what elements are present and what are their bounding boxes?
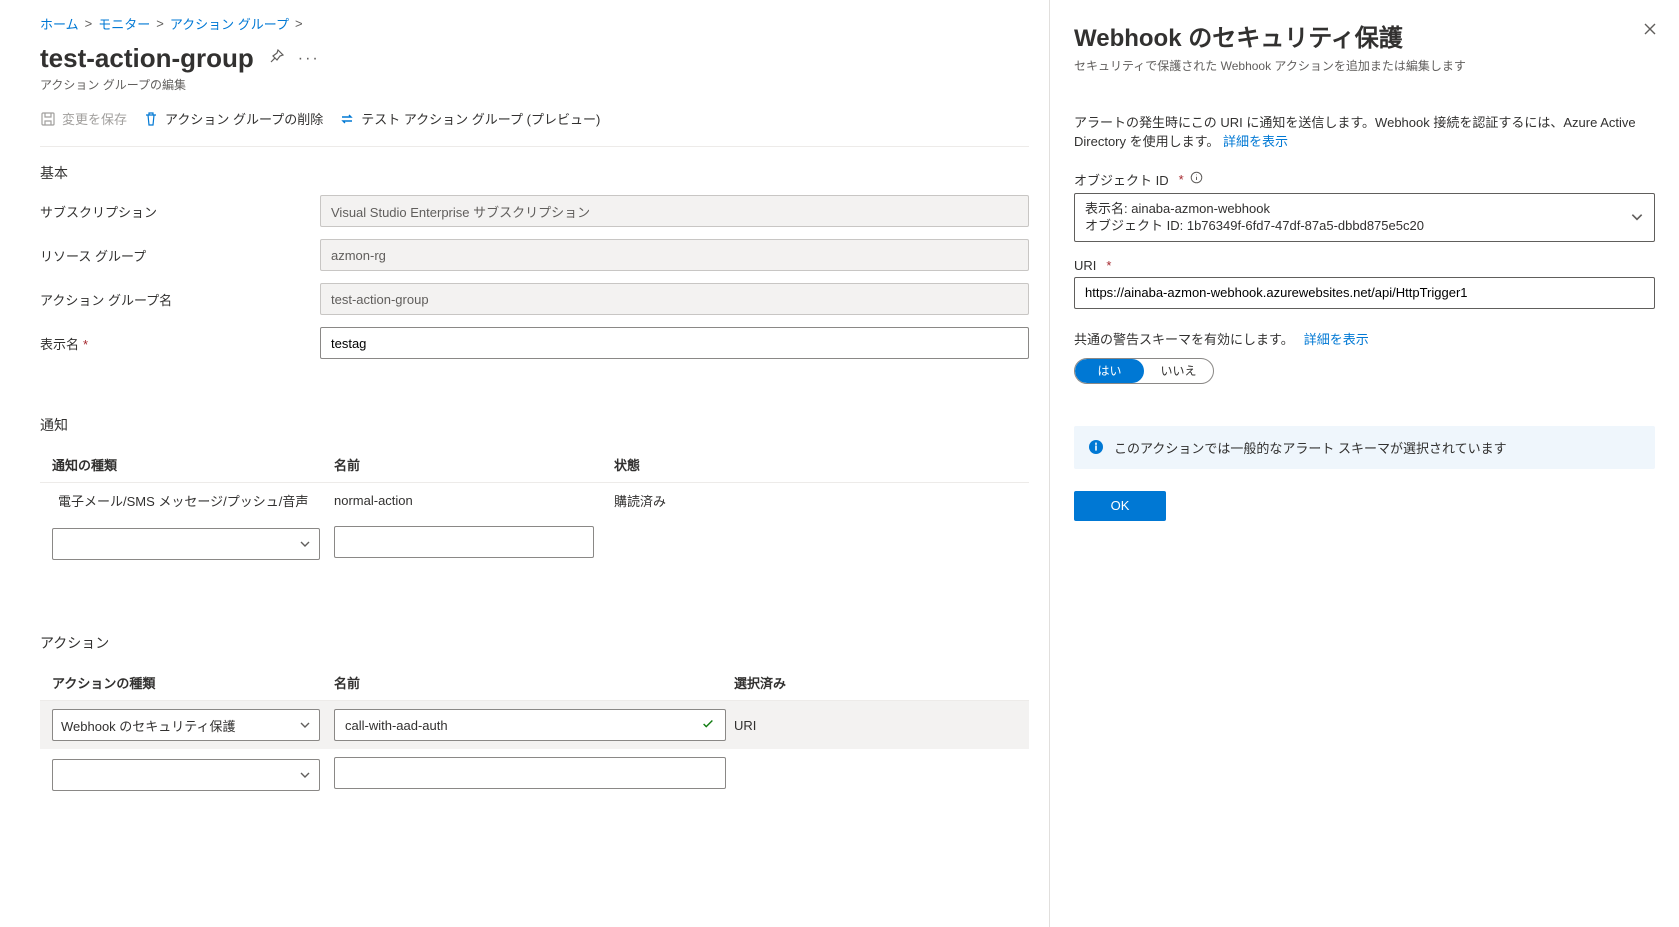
notification-state-value: 購読済み: [614, 491, 774, 510]
table-row-new: [40, 518, 1029, 569]
col-selected: 選択済み: [734, 673, 814, 692]
table-row-new: [40, 749, 1029, 800]
side-panel: Webhook のセキュリティ保護 セキュリティで保護された Webhook ア…: [1049, 0, 1679, 927]
uri-label: URI*: [1074, 258, 1655, 273]
subscription-row: サブスクリプション: [40, 195, 1029, 227]
close-button[interactable]: [1643, 22, 1657, 39]
info-icon: [1088, 439, 1104, 455]
breadcrumb-action-groups[interactable]: アクション グループ: [170, 14, 289, 33]
save-icon: [40, 111, 56, 127]
col-state: 状態: [614, 455, 774, 474]
breadcrumb: ホーム > モニター > アクション グループ >: [40, 14, 1029, 33]
main-content: ホーム > モニター > アクション グループ > test-action-gr…: [0, 0, 1049, 927]
action-group-name-field: [320, 283, 1029, 315]
action-group-name-row: アクション グループ名: [40, 283, 1029, 315]
action-type-select[interactable]: Webhook のセキュリティ保護: [52, 709, 320, 741]
action-type-value: Webhook のセキュリティ保護: [61, 716, 236, 735]
schema-row: 共通の警告スキーマを有効にします。 詳細を表示: [1074, 329, 1655, 348]
ok-button[interactable]: OK: [1074, 491, 1166, 521]
toggle-yes[interactable]: はい: [1075, 359, 1144, 383]
col-notification-type: 通知の種類: [44, 455, 334, 474]
breadcrumb-sep: >: [156, 16, 164, 31]
required-mark: *: [83, 337, 88, 352]
required-mark: *: [1106, 258, 1111, 273]
object-display-name: 表示名: ainaba-azmon-webhook: [1085, 200, 1424, 218]
test-button[interactable]: テスト アクション グループ (プレビュー): [339, 109, 600, 128]
object-id-label: オブジェクト ID*: [1074, 170, 1655, 189]
action-name-value: call-with-aad-auth: [345, 718, 448, 733]
resource-group-row: リソース グループ: [40, 239, 1029, 271]
breadcrumb-monitor[interactable]: モニター: [98, 14, 150, 33]
actions-table: アクションの種類 名前 選択済み Webhook のセキュリティ保護 call-…: [40, 665, 1029, 800]
col-name: 名前: [334, 455, 614, 474]
delete-label: アクション グループの削除: [165, 109, 323, 128]
action-name-input-new[interactable]: [334, 757, 726, 789]
display-name-label: 表示名*: [40, 334, 320, 353]
schema-toggle[interactable]: はい いいえ: [1074, 358, 1214, 384]
notifications-section-title: 通知: [40, 415, 1029, 435]
info-box: このアクションでは一般的なアラート スキーマが選択されています: [1074, 426, 1655, 469]
object-id-dropdown[interactable]: 表示名: ainaba-azmon-webhook オブジェクト ID: 1b7…: [1074, 193, 1655, 242]
resource-group-label: リソース グループ: [40, 246, 320, 265]
chevron-down-icon: [299, 769, 311, 781]
uri-input[interactable]: [1074, 277, 1655, 309]
col-action-type: アクションの種類: [44, 673, 334, 692]
panel-body: アラートの発生時にこの URI に通知を送信します。Webhook 接続を認証す…: [1074, 114, 1655, 521]
page-title-row: test-action-group ···: [40, 43, 1029, 74]
save-label: 変更を保存: [62, 109, 127, 128]
basic-section-title: 基本: [40, 163, 1029, 183]
test-label: テスト アクション グループ (プレビュー): [361, 109, 600, 128]
actions-section-title: アクション: [40, 633, 1029, 653]
notification-type-value: 電子メール/SMS メッセージ/プッシュ/音声: [44, 491, 334, 510]
breadcrumb-sep: >: [295, 16, 303, 31]
table-row: 電子メール/SMS メッセージ/プッシュ/音声 normal-action 購読…: [40, 483, 1029, 518]
learn-more-link[interactable]: 詳細を表示: [1223, 134, 1288, 149]
check-icon: [701, 717, 715, 734]
more-icon[interactable]: ···: [298, 50, 320, 68]
page-subtitle: アクション グループの編集: [40, 76, 1029, 93]
action-name-input[interactable]: call-with-aad-auth: [334, 709, 726, 741]
panel-subtitle: セキュリティで保護された Webhook アクションを追加または編集します: [1074, 57, 1655, 74]
table-header: 通知の種類 名前 状態: [40, 447, 1029, 483]
panel-title: Webhook のセキュリティ保護: [1074, 18, 1655, 53]
object-id-value: オブジェクト ID: 1b76349f-6fd7-47df-87a5-dbbd8…: [1085, 217, 1424, 235]
object-id-lines: 表示名: ainaba-azmon-webhook オブジェクト ID: 1b7…: [1085, 200, 1424, 235]
subscription-field: [320, 195, 1029, 227]
display-name-row: 表示名*: [40, 327, 1029, 359]
display-name-field[interactable]: [320, 327, 1029, 359]
table-header: アクションの種類 名前 選択済み: [40, 665, 1029, 701]
action-type-select-new[interactable]: [52, 759, 320, 791]
divider: [40, 146, 1029, 147]
chevron-down-icon: [299, 719, 311, 731]
info-message: このアクションでは一般的なアラート スキーマが選択されています: [1114, 438, 1507, 457]
trash-icon: [143, 111, 159, 127]
action-group-name-label: アクション グループ名: [40, 290, 320, 309]
info-icon[interactable]: [1190, 171, 1203, 187]
swap-icon: [339, 111, 355, 127]
notifications-table: 通知の種類 名前 状態 電子メール/SMS メッセージ/プッシュ/音声 norm…: [40, 447, 1029, 569]
save-button: 変更を保存: [40, 109, 127, 128]
notification-name-value: normal-action: [334, 493, 614, 508]
breadcrumb-home[interactable]: ホーム: [40, 14, 79, 33]
page-title: test-action-group: [40, 43, 254, 74]
pin-icon[interactable]: [268, 49, 284, 68]
notification-type-select[interactable]: [52, 528, 320, 560]
schema-learn-more-link[interactable]: 詳細を表示: [1304, 329, 1369, 348]
panel-description: アラートの発生時にこの URI に通知を送信します。Webhook 接続を認証す…: [1074, 114, 1655, 152]
notification-name-input[interactable]: [334, 526, 594, 558]
subscription-label: サブスクリプション: [40, 202, 320, 221]
action-selected-value: URI: [734, 718, 814, 733]
resource-group-field: [320, 239, 1029, 271]
close-icon: [1643, 22, 1657, 36]
schema-label: 共通の警告スキーマを有効にします。: [1074, 329, 1294, 348]
chevron-down-icon: [1630, 210, 1644, 224]
table-row: Webhook のセキュリティ保護 call-with-aad-auth URI: [40, 701, 1029, 749]
toolbar: 変更を保存 アクション グループの削除 テスト アクション グループ (プレビュ…: [40, 109, 1029, 138]
breadcrumb-sep: >: [85, 16, 93, 31]
toggle-no[interactable]: いいえ: [1144, 359, 1213, 383]
required-mark: *: [1179, 172, 1184, 187]
col-name: 名前: [334, 673, 734, 692]
chevron-down-icon: [299, 538, 311, 550]
delete-button[interactable]: アクション グループの削除: [143, 109, 323, 128]
